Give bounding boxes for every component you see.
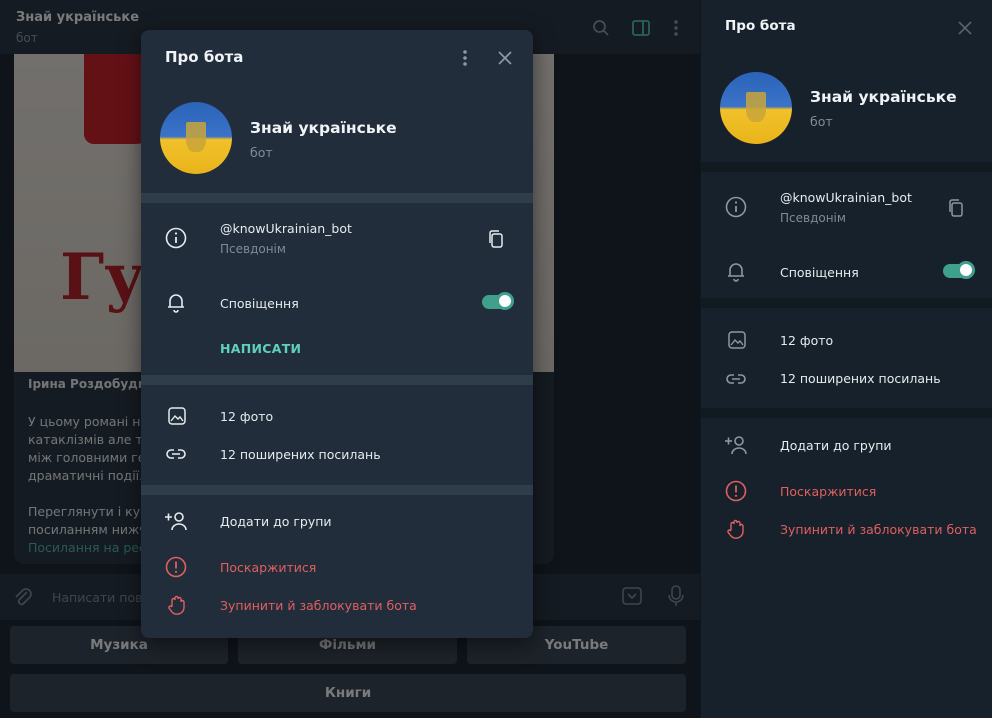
divider: [701, 298, 992, 308]
bot-type: бот: [250, 145, 273, 160]
divider: [141, 485, 533, 495]
photo-icon: [168, 407, 186, 425]
add-to-group[interactable]: Додати до групи: [220, 514, 332, 529]
bot-type: бот: [810, 114, 833, 129]
photo-icon: [728, 331, 746, 349]
notifications-label: Сповіщення: [780, 265, 859, 280]
report-icon: [725, 480, 747, 502]
side-panel-title: Про бота: [725, 18, 796, 34]
bot-name: Знай українське: [810, 88, 957, 106]
bell-icon: [728, 263, 744, 282]
link-icon: [726, 374, 746, 384]
notifications-toggle[interactable]: [943, 261, 975, 279]
about-bot-dialog: Про бота Знай українське бот @knowUkrain…: [141, 30, 533, 638]
add-to-group[interactable]: Додати до групи: [780, 438, 892, 453]
bot-username[interactable]: @knowUkrainian_bot: [780, 190, 912, 205]
username-caption: Псевдонім: [220, 242, 286, 256]
copy-icon[interactable]: [946, 198, 966, 218]
write-message-button[interactable]: НАПИСАТИ: [220, 341, 301, 356]
copy-icon[interactable]: [486, 229, 506, 249]
report-icon: [165, 556, 187, 578]
notifications-toggle[interactable]: [482, 292, 514, 310]
info-icon: [725, 196, 747, 218]
divider: [141, 193, 533, 203]
add-user-icon: [725, 436, 747, 455]
side-panel-header: Про бота: [701, 0, 992, 56]
more-vertical-icon[interactable]: [455, 48, 475, 68]
username-caption: Псевдонім: [780, 211, 846, 225]
report-button[interactable]: Поскаржитися: [220, 560, 316, 575]
add-user-icon: [165, 512, 187, 531]
block-bot-button[interactable]: Зупинити й заблокувати бота: [220, 598, 417, 613]
divider: [701, 408, 992, 418]
shared-links[interactable]: 12 поширених посилань: [220, 447, 381, 462]
shared-links[interactable]: 12 поширених посилань: [780, 371, 941, 386]
bell-icon: [168, 294, 184, 313]
report-button[interactable]: Поскаржитися: [780, 484, 876, 499]
notifications-label: Сповіщення: [220, 296, 299, 311]
bot-name: Знай українське: [250, 119, 397, 137]
bot-avatar[interactable]: [720, 72, 792, 144]
hand-stop-icon: [727, 519, 744, 539]
close-icon[interactable]: [957, 20, 973, 36]
shared-photos[interactable]: 12 фото: [220, 409, 273, 424]
divider: [701, 162, 992, 172]
dialog-title: Про бота: [165, 48, 244, 66]
shared-photos[interactable]: 12 фото: [780, 333, 833, 348]
info-side-panel: Про бота Знай українське бот @knowUkrain…: [700, 0, 992, 718]
info-icon: [165, 227, 187, 249]
bot-username[interactable]: @knowUkrainian_bot: [220, 221, 352, 236]
hand-stop-icon: [168, 595, 185, 615]
block-bot-button[interactable]: Зупинити й заблокувати бота: [780, 522, 977, 537]
bot-avatar[interactable]: [160, 102, 232, 174]
close-icon[interactable]: [497, 50, 513, 66]
divider: [141, 375, 533, 385]
link-icon: [166, 449, 186, 459]
